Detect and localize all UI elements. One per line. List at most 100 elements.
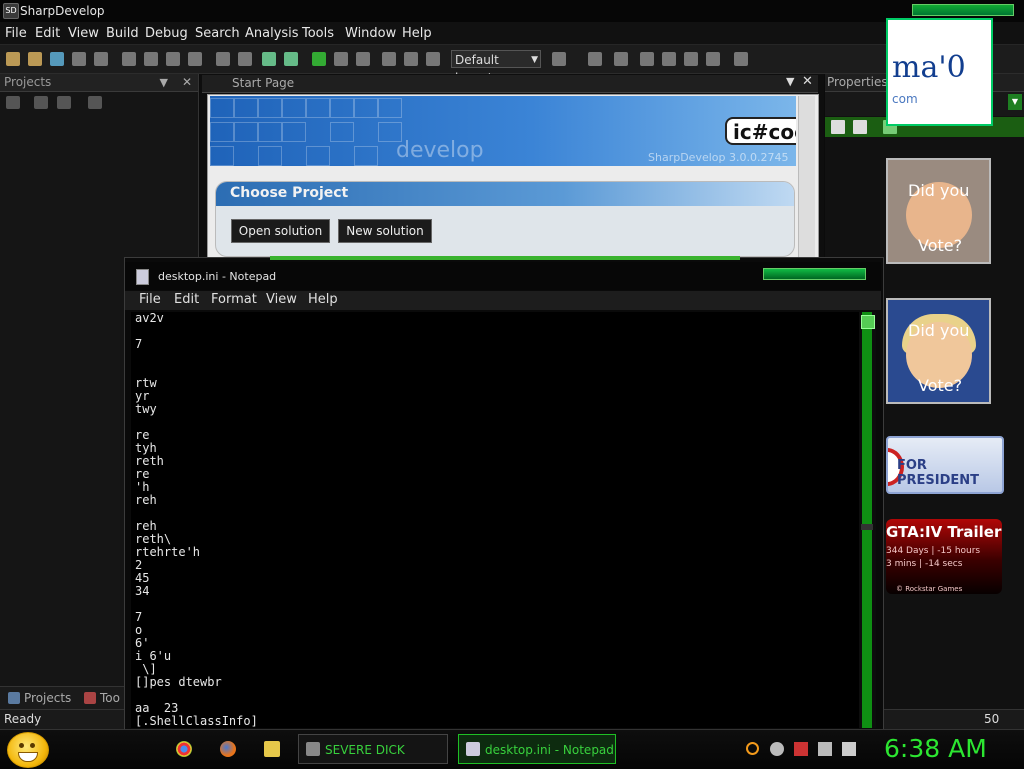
- find-icon[interactable]: [734, 52, 748, 66]
- save-icon[interactable]: [72, 52, 86, 66]
- start-page-tab-label: Start Page: [232, 76, 295, 90]
- notepad-menu-edit[interactable]: Edit: [174, 292, 199, 307]
- menu-view[interactable]: View: [68, 26, 99, 41]
- menu-edit[interactable]: Edit: [35, 26, 60, 41]
- delete-icon[interactable]: [188, 52, 202, 66]
- tab-projects[interactable]: Projects: [6, 690, 71, 707]
- gta-gadget-days: 344 Days | -15 hours: [886, 546, 981, 556]
- status-column: 50: [984, 712, 1000, 726]
- new-file-icon[interactable]: [6, 52, 20, 66]
- president-gadget[interactable]: FOR PRESIDENT: [886, 436, 1004, 494]
- start-page-scrollbar[interactable]: [798, 96, 815, 264]
- stop-icon[interactable]: [356, 52, 370, 66]
- copy-icon[interactable]: [144, 52, 158, 66]
- window-controls[interactable]: [912, 4, 1014, 16]
- cut-icon[interactable]: [122, 52, 136, 66]
- categorized-icon[interactable]: [831, 120, 845, 134]
- firefox-icon[interactable]: [220, 741, 236, 757]
- menu-help[interactable]: Help: [402, 26, 432, 41]
- chrome-icon[interactable]: [176, 741, 192, 757]
- network-icon[interactable]: [818, 742, 832, 756]
- vote-gadget-2[interactable]: Did you Vote?: [886, 298, 991, 404]
- close-icon[interactable]: ✕: [182, 74, 192, 91]
- properties-icon[interactable]: [88, 96, 102, 109]
- chevron-down-icon[interactable]: ▼: [1008, 94, 1022, 110]
- notepad-scrollbar[interactable]: [859, 312, 876, 728]
- clock[interactable]: 6:38 AM: [884, 734, 1024, 764]
- folder-icon[interactable]: [264, 741, 280, 757]
- prev-bookmark-icon[interactable]: [640, 52, 654, 66]
- navigate-back-icon[interactable]: [552, 52, 566, 66]
- build-icon[interactable]: [262, 52, 276, 66]
- action-center-icon[interactable]: [794, 742, 808, 756]
- notepad-menubar: File Edit Format View Help: [125, 291, 881, 310]
- gta-countdown-gadget[interactable]: GTA:IV Trailer 344 Days | -15 hours 3 mi…: [886, 519, 1002, 594]
- notepad-menu-view[interactable]: View: [266, 292, 297, 307]
- notepad-menu-file[interactable]: File: [139, 292, 161, 307]
- scrollbar-track[interactable]: [862, 312, 872, 728]
- gta-gadget-title: GTA:IV Trailer: [886, 523, 1002, 541]
- menu-build[interactable]: Build: [106, 26, 139, 41]
- notepad-title: desktop.ini - Notepad: [158, 270, 277, 283]
- open-solution-button[interactable]: Open solution: [231, 219, 330, 243]
- refresh-icon[interactable]: [57, 96, 71, 109]
- start-page: develop SharpDevelop 3.0.0.2745 ic#coc C…: [207, 94, 819, 266]
- document-list-icon[interactable]: ▼: [786, 75, 794, 88]
- new-solution-button[interactable]: New solution: [338, 219, 432, 243]
- scrollbar-grip[interactable]: [861, 524, 873, 530]
- tab-tools[interactable]: Too: [82, 690, 120, 707]
- vote-gadget-line1: Did you: [908, 321, 970, 340]
- notepad-menu-help[interactable]: Help: [308, 292, 338, 307]
- taskbar: SEVERE DICK desktop.ini - Notepad 6:38 A…: [0, 729, 1024, 769]
- open-file-icon[interactable]: [28, 52, 42, 66]
- menu-window[interactable]: Window: [345, 26, 396, 41]
- menu-tools[interactable]: Tools: [302, 26, 334, 41]
- scrollbar-thumb[interactable]: [861, 315, 875, 329]
- vote-gadget-1[interactable]: Did you Vote?: [886, 158, 991, 264]
- notepad-content[interactable]: av2v 7 rtw yr twy re tyh reth re 'h reh …: [131, 312, 859, 728]
- menu-file[interactable]: File: [5, 26, 27, 41]
- rebuild-icon[interactable]: [284, 52, 298, 66]
- save-all-icon[interactable]: [94, 52, 108, 66]
- run-icon[interactable]: [312, 52, 326, 66]
- step-into-icon[interactable]: [404, 52, 418, 66]
- navigate-forward-icon[interactable]: [588, 52, 602, 66]
- menu-analysis[interactable]: Analysis: [245, 26, 299, 41]
- sharpdevelop-task-icon: [306, 742, 320, 756]
- chevron-down-icon: ▼: [531, 55, 538, 65]
- alphabetical-icon[interactable]: [853, 120, 867, 134]
- clear-bookmarks-icon[interactable]: [684, 52, 698, 66]
- pin-icon[interactable]: ▼: [160, 74, 168, 91]
- step-over-icon[interactable]: [382, 52, 396, 66]
- start-button[interactable]: [7, 732, 49, 768]
- redo-icon[interactable]: [238, 52, 252, 66]
- notepad-text-area[interactable]: av2v 7 rtw yr twy re tyh reth re 'h reh …: [131, 312, 859, 728]
- paste-icon[interactable]: [166, 52, 180, 66]
- close-document-icon[interactable]: ✕: [802, 74, 813, 89]
- search-icon[interactable]: [746, 742, 759, 755]
- notepad-titlebar[interactable]: desktop.ini - Notepad: [125, 262, 881, 290]
- step-out-icon[interactable]: [426, 52, 440, 66]
- open-solution-icon[interactable]: [50, 52, 64, 66]
- comment-icon[interactable]: [706, 52, 720, 66]
- sharpdevelop-logo-text: ic#coc: [733, 120, 796, 144]
- toggle-bookmark-icon[interactable]: [614, 52, 628, 66]
- start-page-tab[interactable]: Start Page ▼ ✕: [202, 74, 818, 93]
- layout-select[interactable]: Default layout ▼: [451, 50, 541, 85]
- menu-debug[interactable]: Debug: [145, 26, 188, 41]
- task-notepad[interactable]: desktop.ini - Notepad: [458, 734, 616, 764]
- next-bookmark-icon[interactable]: [662, 52, 676, 66]
- vote-gadget-line2: Vote?: [918, 236, 963, 255]
- volume-icon[interactable]: [842, 742, 856, 756]
- obama-gadget[interactable]: ma'0 com: [886, 18, 993, 126]
- window-glow: [270, 256, 740, 260]
- menu-search[interactable]: Search: [195, 26, 240, 41]
- undo-icon[interactable]: [216, 52, 230, 66]
- notepad-menu-format[interactable]: Format: [211, 292, 257, 307]
- add-folder-icon[interactable]: [34, 96, 48, 109]
- messenger-icon[interactable]: [770, 742, 784, 756]
- run-without-debug-icon[interactable]: [334, 52, 348, 66]
- task-sharpdevelop[interactable]: SEVERE DICK: [298, 734, 448, 764]
- add-item-icon[interactable]: [6, 96, 20, 109]
- notepad-window-controls[interactable]: [763, 268, 866, 280]
